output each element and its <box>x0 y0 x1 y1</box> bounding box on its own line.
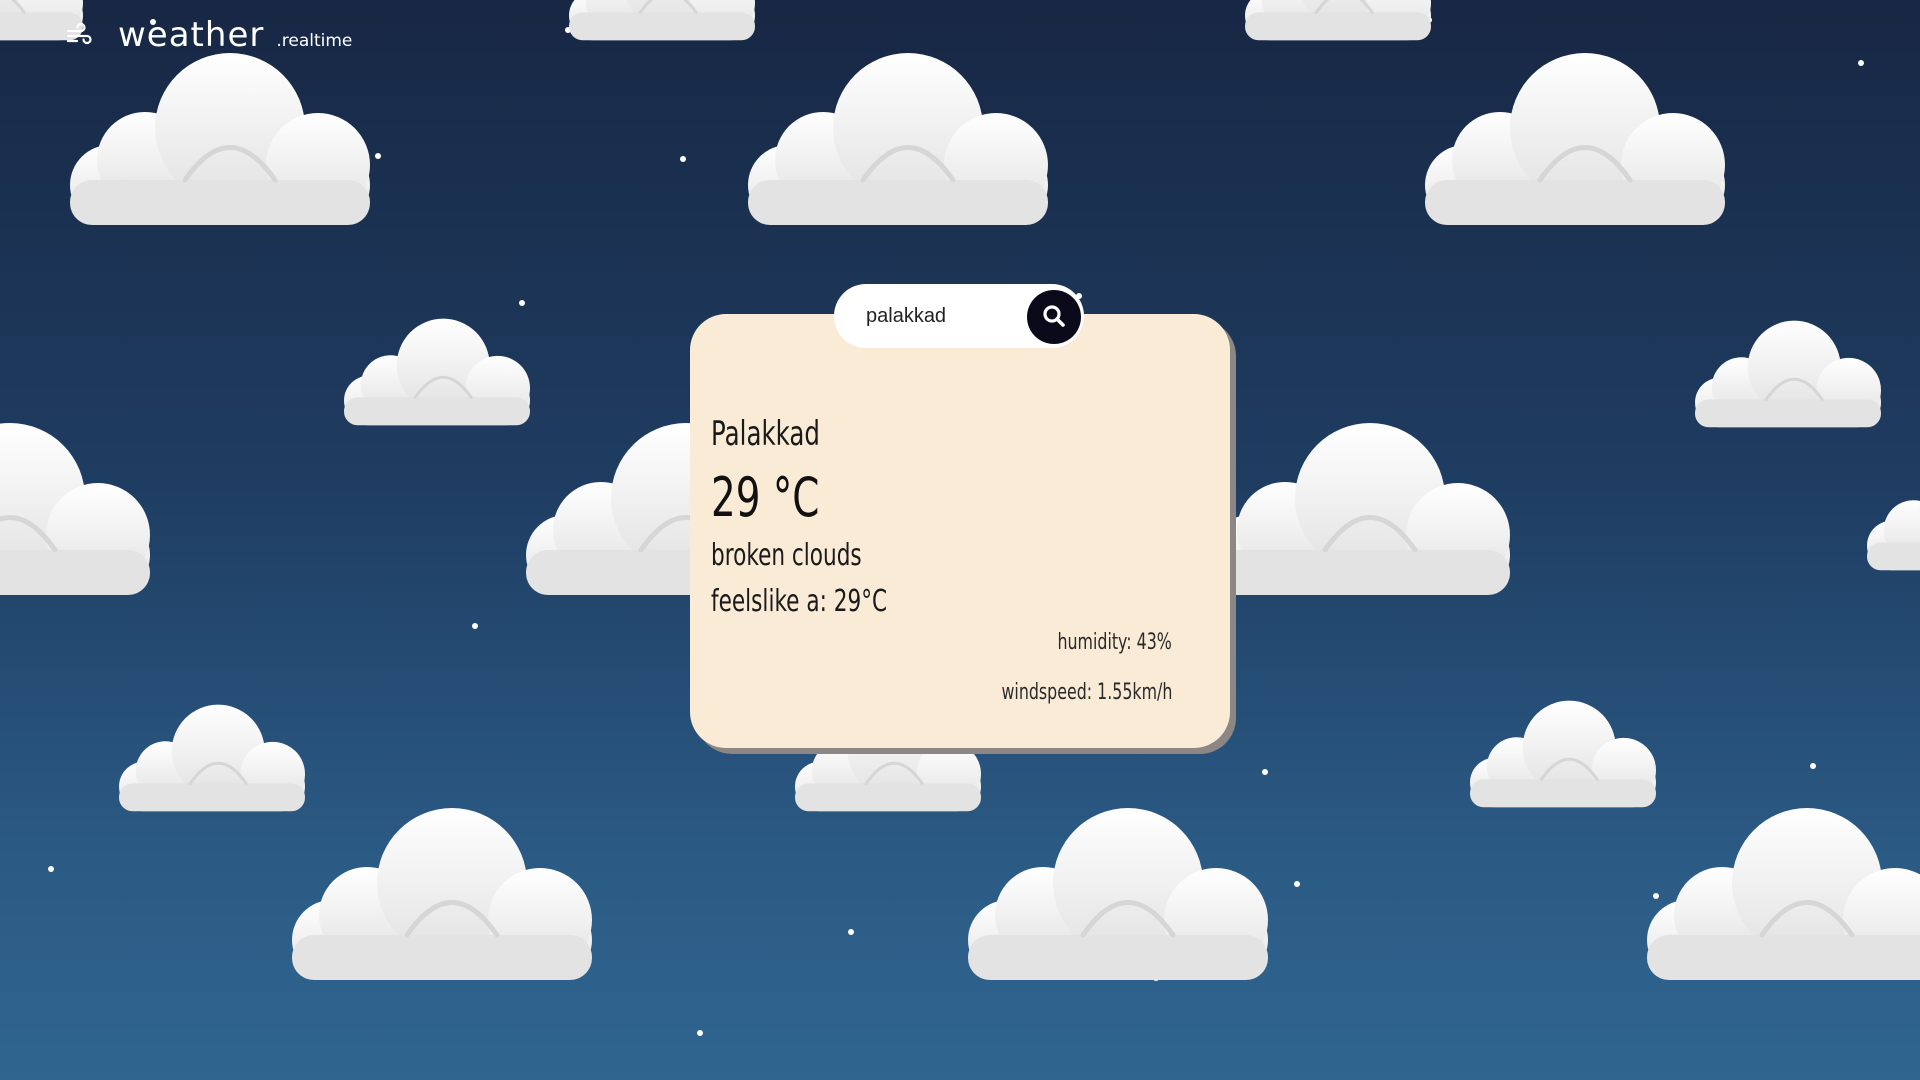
search-bar <box>834 284 1084 348</box>
windspeed: windspeed: 1.55km/h <box>1001 680 1172 705</box>
brand-logo[interactable]: weather .realtime <box>118 18 352 52</box>
search-icon <box>1041 303 1067 332</box>
feels-like: feelslike a: 29°C <box>711 584 888 619</box>
brand-title: weather <box>118 15 265 55</box>
city-name: Palakkad <box>711 414 820 454</box>
city-search-input[interactable] <box>864 303 1018 329</box>
search-button[interactable] <box>1027 290 1081 344</box>
temperature: 29 °C <box>711 466 820 529</box>
app-header: weather .realtime <box>66 18 352 52</box>
humidity: humidity: 43% <box>1057 630 1172 655</box>
wind-icon[interactable] <box>66 22 92 48</box>
brand-suffix: .realtime <box>276 31 353 51</box>
weather-description: broken clouds <box>711 538 862 573</box>
weather-card: Palakkad 29 °C broken clouds feelslike a… <box>690 314 1230 748</box>
